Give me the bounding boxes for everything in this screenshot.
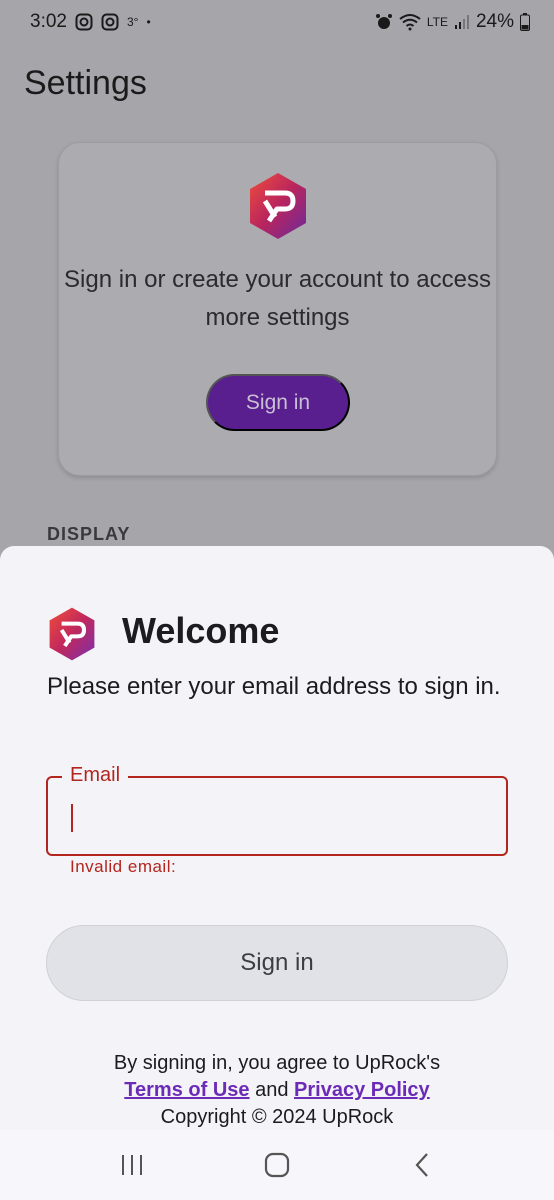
sheet-title: Welcome [122,610,280,651]
email-error-message: Invalid email: [70,857,177,876]
email-field[interactable]: Email [46,764,508,856]
section-header-display: DISPLAY [47,524,131,544]
alarm-icon [375,13,393,31]
status-left: 3:02 3° • [30,11,151,33]
system-nav-bar [0,1130,554,1200]
network-type-label: LTE [426,15,448,29]
signin-card: Sign in or create your account to access… [58,142,497,476]
and-text: and [255,1079,289,1101]
signin-button[interactable]: Sign in [46,925,508,1001]
card-message: Sign in or create your account to access… [64,266,491,331]
legal-text: By signing in, you agree to UpRock's Ter… [0,1050,554,1131]
legal-links-line: Terms of Use and Privacy Policy [0,1077,554,1104]
text-cursor [71,804,73,832]
back-icon[interactable] [392,1140,452,1190]
signal-icon [454,14,470,30]
terms-of-use-link[interactable]: Terms of Use [124,1079,249,1101]
status-temperature: 3° [126,15,139,29]
uprock-logo-icon [47,606,97,667]
battery-percentage: 24% [475,11,514,32]
legal-prefix: By signing in, you agree to UpRock's [113,1052,441,1074]
wifi-icon [399,13,421,31]
copyright-text: Copyright © 2024 UpRock [160,1106,394,1128]
instagram-icon [101,13,119,31]
uprock-logo-icon [247,171,309,246]
status-time: 3:02 [30,11,67,32]
sheet-description: Please enter your email address to sign … [47,673,501,700]
status-bar: 3:02 3° • LTE 24% [0,0,554,44]
status-dot: • [146,15,151,29]
status-right: LTE 24% [375,11,530,33]
home-icon[interactable] [247,1140,307,1190]
instagram-icon [75,13,93,31]
email-input[interactable] [68,794,488,838]
privacy-policy-link[interactable]: Privacy Policy [294,1079,430,1101]
card-signin-button[interactable]: Sign in [206,374,350,431]
battery-icon [520,13,530,31]
signin-bottom-sheet: Welcome Please enter your email address … [0,546,554,1200]
email-field-label: Email [62,764,129,787]
recents-icon[interactable] [102,1140,162,1190]
page-title: Settings [24,64,147,102]
